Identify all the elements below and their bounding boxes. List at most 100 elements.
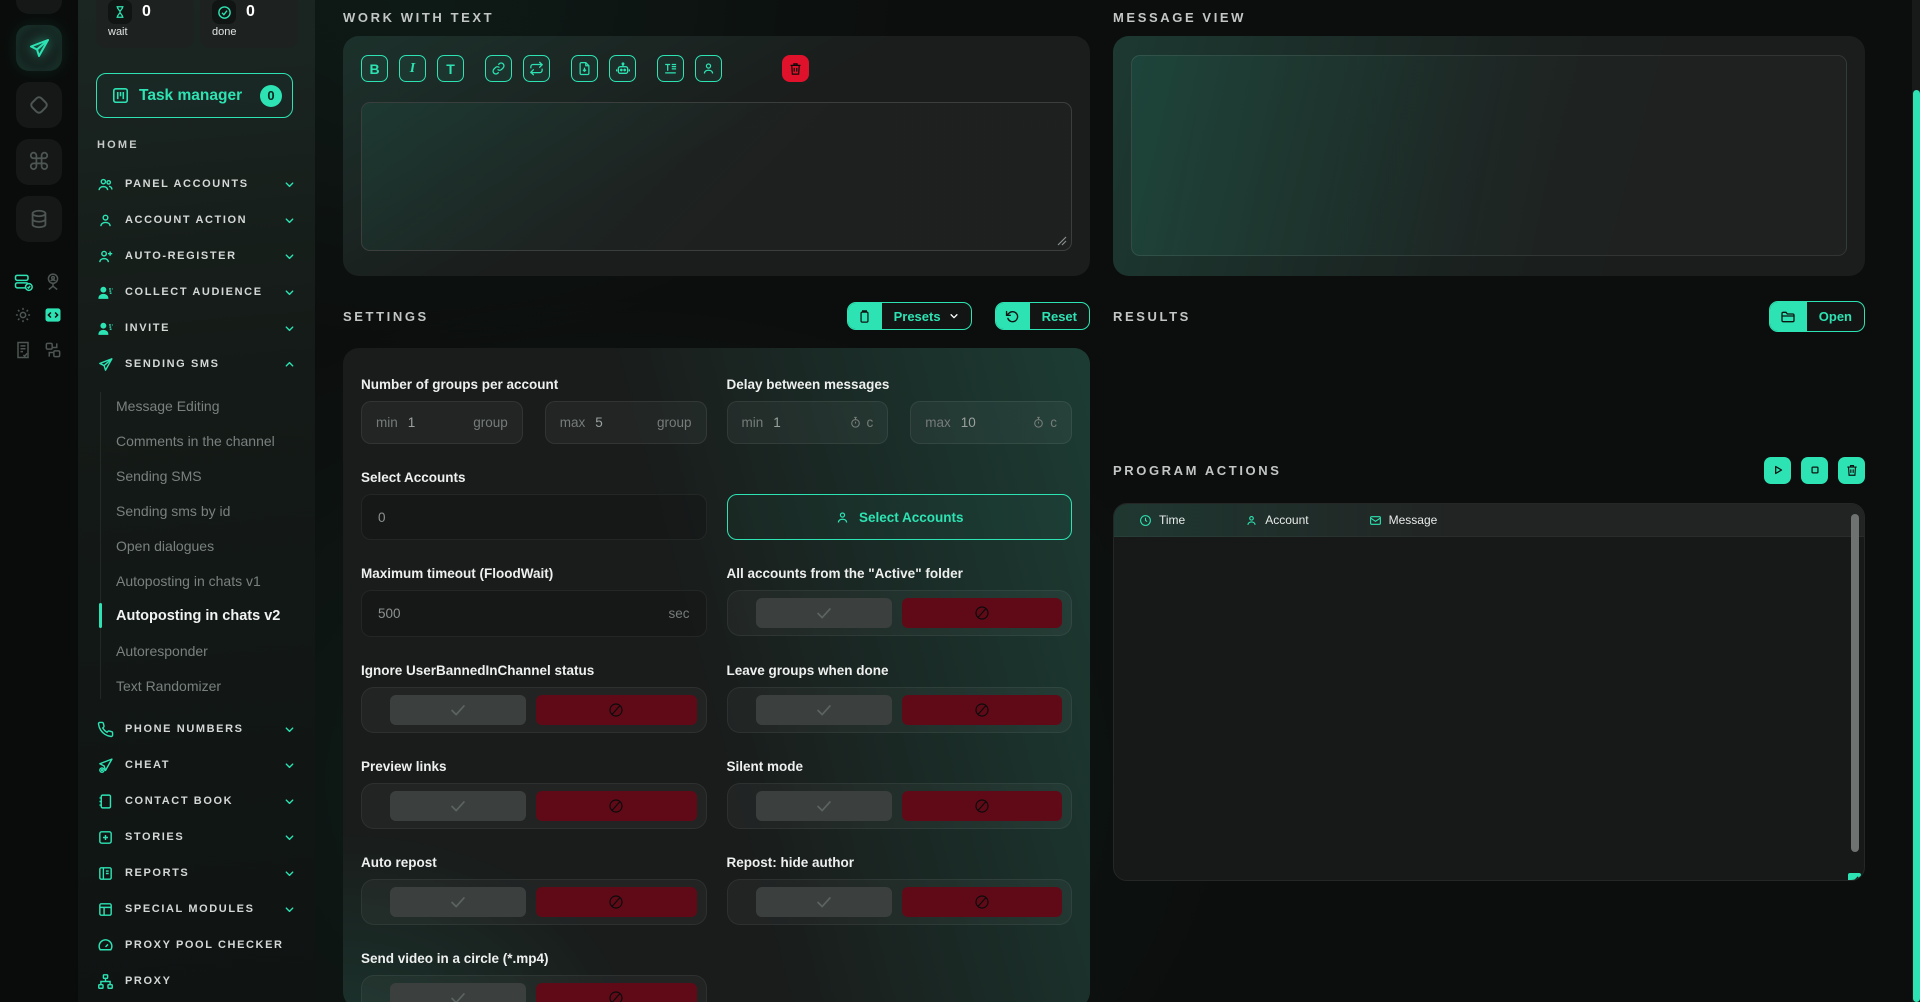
message-text-input[interactable] <box>361 102 1072 251</box>
robot-button[interactable] <box>609 55 636 82</box>
submenu-item-message-editing[interactable]: Message Editing <box>100 388 315 423</box>
play-icon <box>1771 463 1785 477</box>
app-root: ⌘ <box>0 0 1920 1002</box>
check-icon <box>813 605 835 621</box>
toggle-yes-option[interactable] <box>756 598 892 628</box>
file-download-button[interactable] <box>571 55 598 82</box>
delay-max-input[interactable]: max 10 c <box>910 401 1072 444</box>
sidebar-item-reports[interactable]: REPORTS <box>78 855 315 891</box>
reset-button[interactable]: Reset <box>995 302 1090 330</box>
presets-button[interactable]: Presets <box>847 302 972 330</box>
toggle-yes-option[interactable] <box>756 791 892 821</box>
swap-boxes-icon[interactable] <box>43 340 63 360</box>
toggle-yes-option[interactable] <box>390 983 526 1002</box>
results-title: RESULTS <box>1113 309 1191 324</box>
toggle-no-option[interactable] <box>536 983 696 1002</box>
accounts-count-input[interactable]: 0 <box>361 494 707 540</box>
max-timeout-input[interactable]: 500 sec <box>361 590 707 637</box>
stop-button[interactable] <box>1801 457 1828 484</box>
bold-button[interactable]: B <box>361 55 388 82</box>
groups-max-input[interactable]: max 5 group <box>545 401 707 444</box>
submenu-item-text-randomizer[interactable]: Text Randomizer <box>100 668 315 703</box>
sidebar-item-contact-book[interactable]: CONTACT BOOK <box>78 783 315 819</box>
submenu-item-autoresponder[interactable]: Autoresponder <box>100 633 315 668</box>
toggle-no-option[interactable] <box>902 598 1062 628</box>
document-check-icon[interactable] <box>13 340 33 360</box>
clear-text-button[interactable] <box>782 55 809 82</box>
submenu-item-comments-in-channel[interactable]: Comments in the channel <box>100 423 315 458</box>
toggle-yes-option[interactable] <box>756 695 892 725</box>
toggle-no-option[interactable] <box>902 887 1062 917</box>
toggle-no-option[interactable] <box>902 695 1062 725</box>
ignore-banned-toggle <box>361 687 707 733</box>
user-icon <box>701 61 716 76</box>
person-button[interactable] <box>695 55 722 82</box>
text-format-button[interactable] <box>657 55 684 82</box>
toggle-no-option[interactable] <box>902 791 1062 821</box>
rail-button-partial[interactable] <box>16 0 62 14</box>
sidebar-item-proxy-pool-checker[interactable]: PROXY POOL CHECKER <box>78 927 315 963</box>
link-button[interactable] <box>485 55 512 82</box>
page-scrollbar-thumb[interactable] <box>1913 90 1920 1002</box>
select-accounts-button[interactable]: Select Accounts <box>727 494 1073 540</box>
page-scrollbar-track[interactable] <box>1912 0 1920 1002</box>
sidebar-item-panel-accounts[interactable]: PANEL ACCOUNTS <box>78 166 315 202</box>
groups-min-input[interactable]: min 1 group <box>361 401 523 444</box>
rail-button-sending[interactable] <box>16 25 62 71</box>
slash-circle-icon <box>607 893 625 911</box>
gear-icon[interactable] <box>13 305 33 325</box>
toggle-yes-option[interactable] <box>756 887 892 917</box>
submenu-item-autoposting-v1[interactable]: Autoposting in chats v1 <box>100 563 315 598</box>
repeat-button[interactable] <box>523 55 550 82</box>
text-style-button[interactable]: T <box>437 55 464 82</box>
sidebar-item-account-action[interactable]: ACCOUNT ACTION <box>78 202 315 238</box>
sidebar-item-invite[interactable]: INVITE <box>78 310 315 346</box>
sidebar-item-auto-register[interactable]: AUTO-REGISTER <box>78 238 315 274</box>
active-folder-label: All accounts from the "Active" folder <box>727 566 1073 581</box>
chevron-down-icon <box>284 796 295 807</box>
user-plus-icon <box>97 248 114 265</box>
server-check-icon[interactable] <box>13 272 33 292</box>
settings-title: SETTINGS <box>343 309 429 324</box>
toggle-no-option[interactable] <box>536 887 696 917</box>
slash-circle-icon <box>607 701 625 719</box>
panel-resize-grip[interactable] <box>1848 873 1861 881</box>
sidebar-item-cheat[interactable]: CHEAT <box>78 747 315 783</box>
gauge-icon <box>97 937 114 954</box>
submenu-item-sending-sms-by-id[interactable]: Sending sms by id <box>100 493 315 528</box>
toggle-yes-option[interactable] <box>390 695 526 725</box>
home-link[interactable]: HOME <box>97 139 139 151</box>
account-broadcast-icon[interactable] <box>43 272 63 292</box>
resize-grip-icon[interactable] <box>1057 236 1067 246</box>
task-manager-button[interactable]: Task manager 0 <box>96 73 293 118</box>
sidebar-item-proxy[interactable]: PROXY <box>78 963 315 999</box>
clear-actions-button[interactable] <box>1838 457 1865 484</box>
sidebar-item-special-modules[interactable]: SPECIAL MODULES <box>78 891 315 927</box>
send-video-circle-label: Send video in a circle (*.mp4) <box>361 951 707 966</box>
submenu-item-autoposting-v2[interactable]: Autoposting in chats v2 <box>100 598 315 633</box>
rail-button-database[interactable] <box>16 196 62 242</box>
submenu-item-open-dialogues[interactable]: Open dialogues <box>100 528 315 563</box>
submenu-item-sending-sms[interactable]: Sending SMS <box>100 458 315 493</box>
code-box-icon[interactable] <box>43 305 63 325</box>
command-icon: ⌘ <box>27 150 51 174</box>
sidebar-item-sending-sms[interactable]: SENDING SMS <box>78 346 315 382</box>
message-view-title: MESSAGE VIEW <box>1113 10 1865 25</box>
table-scrollbar[interactable] <box>1851 514 1859 852</box>
toggle-no-option[interactable] <box>536 695 696 725</box>
toggle-yes-option[interactable] <box>390 791 526 821</box>
delay-min-input[interactable]: min 1 c <box>727 401 889 444</box>
italic-button[interactable]: I <box>399 55 426 82</box>
sidebar-item-phone-numbers[interactable]: PHONE NUMBERS <box>78 711 315 747</box>
check-icon <box>447 990 469 1002</box>
rail-button-premium[interactable] <box>16 82 62 128</box>
paper-plane-icon <box>97 356 114 373</box>
rail-button-commands[interactable]: ⌘ <box>16 139 62 185</box>
play-button[interactable] <box>1764 457 1791 484</box>
toggle-yes-option[interactable] <box>390 887 526 917</box>
check-icon <box>447 798 469 814</box>
open-results-button[interactable]: Open <box>1769 301 1865 332</box>
toggle-no-option[interactable] <box>536 791 696 821</box>
sidebar-item-stories[interactable]: STORIES <box>78 819 315 855</box>
sidebar-item-collect-audience[interactable]: COLLECT AUDIENCE <box>78 274 315 310</box>
